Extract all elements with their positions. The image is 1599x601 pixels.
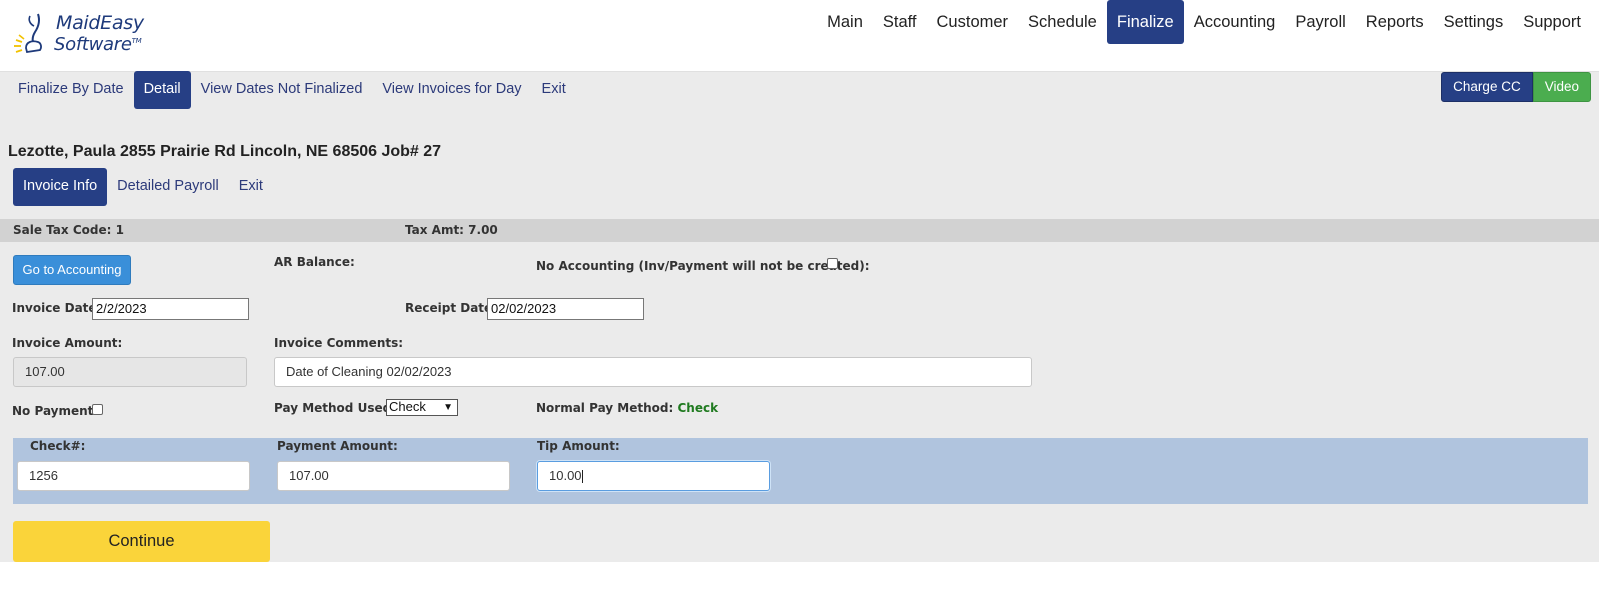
nav-settings[interactable]: Settings [1434,0,1514,44]
feather-duster-icon [14,13,42,54]
nav-payroll[interactable]: Payroll [1285,0,1355,44]
app-header: MaidEasy SoftwareTM Main Staff Customer … [0,0,1599,72]
logo-text-line2: SoftwareTM [54,34,142,55]
payment-amount-input[interactable]: 107.00 [277,461,510,491]
tax-info-bar: Sale Tax Code: 1 Tax Amt: 7.00 [0,219,1599,242]
logo-text-line1: MaidEasy [56,12,144,34]
receipt-date-label: Receipt Date: [405,301,497,315]
go-to-accounting-button[interactable]: Go to Accounting [13,255,131,285]
tax-amount: Tax Amt: 7.00 [405,223,498,237]
normal-pay-method: Normal Pay Method: Check [536,401,718,415]
continue-button[interactable]: Continue [13,521,270,562]
charge-cc-button[interactable]: Charge CC [1441,72,1533,102]
tip-amount-input[interactable]: 10.00 [537,461,770,491]
pay-method-select[interactable]: Check ▼ [386,399,458,416]
pay-method-label: Pay Method Used: [274,401,396,415]
no-payment-label: No Payment: [12,404,99,418]
subnav-exit[interactable]: Exit [532,71,576,109]
ar-balance-label: AR Balance: [274,255,355,269]
subnav-view-dates-not-finalized[interactable]: View Dates Not Finalized [191,71,373,109]
no-payment-checkbox[interactable] [92,404,103,415]
payment-amount-label: Payment Amount: [277,439,398,453]
nav-support[interactable]: Support [1513,0,1591,44]
subnav-view-invoices-for-day[interactable]: View Invoices for Day [372,71,531,109]
tab-exit[interactable]: Exit [229,168,273,206]
sale-tax-code: Sale Tax Code: 1 [13,223,124,237]
video-button[interactable]: Video [1532,72,1591,102]
check-number-label: Check#: [30,439,86,453]
nav-customer[interactable]: Customer [927,0,1019,44]
no-accounting-label: No Accounting (Inv/Payment will not be c… [536,259,870,273]
main-content: Finalize By Date Detail View Dates Not F… [0,71,1599,562]
pay-method-selected: Check [389,399,426,414]
payment-panel: Check#: 1256 Payment Amount: 107.00 Tip … [13,438,1588,504]
no-accounting-checkbox[interactable] [827,258,838,269]
nav-staff[interactable]: Staff [873,0,927,44]
maideasy-logo[interactable]: MaidEasy SoftwareTM [10,10,160,62]
tab-detailed-payroll[interactable]: Detailed Payroll [107,168,229,206]
subnav-finalize-by-date[interactable]: Finalize By Date [8,71,134,109]
normal-pay-method-value: Check [677,401,719,415]
invoice-amount-field: 107.00 [13,357,247,387]
tab-invoice-info[interactable]: Invoice Info [13,168,108,206]
tip-amount-value: 10.00 [549,468,582,483]
receipt-date-input[interactable]: 02/02/2023 [487,298,644,320]
invoice-comments-label: Invoice Comments: [274,336,404,350]
invoice-date-input[interactable]: 2/2/2023 [92,298,249,320]
text-cursor [581,470,583,484]
customer-job-title: Lezotte, Paula 2855 Prairie Rd Lincoln, … [8,143,442,160]
invoice-comments-input[interactable]: Date of Cleaning 02/02/2023 [274,357,1032,387]
nav-accounting[interactable]: Accounting [1184,0,1286,44]
nav-finalize[interactable]: Finalize [1106,0,1184,44]
finalize-subnav: Finalize By Date Detail View Dates Not F… [8,71,576,110]
chevron-down-icon: ▼ [443,402,453,413]
subnav-detail[interactable]: Detail [133,71,191,109]
normal-pay-method-label: Normal Pay Method: [536,401,674,415]
main-nav: Main Staff Customer Schedule Finalize Ac… [817,0,1591,44]
tip-amount-label: Tip Amount: [537,439,620,453]
invoice-date-label: Invoice Date: [12,301,102,315]
invoice-tabs: Invoice Info Detailed Payroll Exit [13,168,273,206]
top-right-button-group: Charge CC Video [1441,72,1591,102]
invoice-amount-label: Invoice Amount: [12,336,123,350]
nav-reports[interactable]: Reports [1356,0,1434,44]
nav-schedule[interactable]: Schedule [1018,0,1107,44]
check-number-input[interactable]: 1256 [17,461,250,491]
nav-main[interactable]: Main [817,0,873,44]
